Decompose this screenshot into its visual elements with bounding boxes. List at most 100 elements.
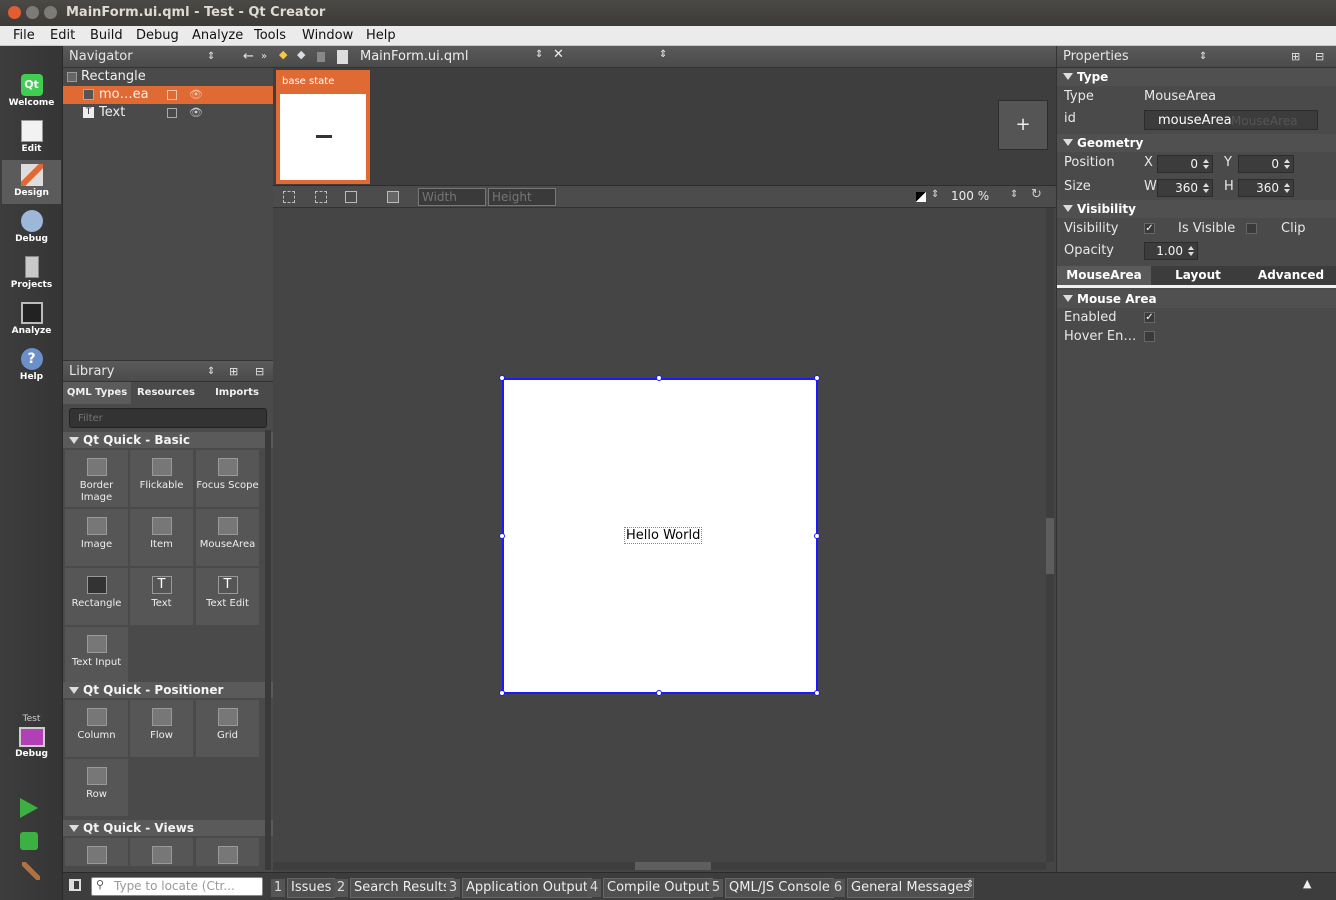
show-bounds-icon[interactable] <box>345 191 357 203</box>
tree-item-text[interactable]: T Text 👁 <box>63 104 273 122</box>
resize-handle-bottom[interactable] <box>656 690 662 696</box>
tab-qml-types[interactable]: QML Types <box>63 382 131 404</box>
library-item-mousearea[interactable]: MouseArea <box>196 509 259 566</box>
debug-run-button[interactable] <box>20 832 38 850</box>
library-item-rectangle[interactable]: Rectangle <box>65 568 128 625</box>
resize-handle-right[interactable] <box>814 533 820 539</box>
close-window-icon[interactable] <box>8 6 21 19</box>
menu-file[interactable]: File <box>13 28 35 43</box>
chevron-updown-icon[interactable]: ⇕ <box>966 879 974 890</box>
menu-window[interactable]: Window <box>302 28 353 43</box>
category-qt-quick-positioner[interactable]: Qt Quick - Positioner <box>63 682 273 698</box>
x-spinbox[interactable]: 0 <box>1157 155 1213 173</box>
add-state-button[interactable]: + <box>998 100 1048 150</box>
library-filter-input[interactable] <box>69 408 267 428</box>
close-document-icon[interactable]: ✕ <box>553 47 564 62</box>
open-file-name[interactable]: MainForm.ui.qml <box>360 49 468 64</box>
menu-build[interactable]: Build <box>90 28 123 43</box>
library-item-flow[interactable]: Flow <box>130 700 193 757</box>
resize-handle-bottom-left[interactable] <box>499 690 505 696</box>
output-tab-general-messages[interactable]: 6 General Messages <box>831 878 975 898</box>
chevron-updown-icon[interactable]: ⇕ <box>1199 46 1207 68</box>
menu-edit[interactable]: Edit <box>50 28 75 43</box>
enabled-checkbox[interactable]: ✓ <box>1144 312 1155 323</box>
menu-debug[interactable]: Debug <box>136 28 179 43</box>
menu-analyze[interactable]: Analyze <box>192 28 243 43</box>
split-icon[interactable]: ⊞ <box>1291 46 1300 68</box>
library-item-listview[interactable] <box>130 838 193 866</box>
chevron-updown-icon[interactable]: ⇕ <box>207 361 215 383</box>
locator-field[interactable]: ⚲ Type to locate (Ctr... <box>91 877 263 896</box>
tab-layout[interactable]: Layout <box>1151 266 1245 285</box>
chevron-updown-icon[interactable]: ⇕ <box>659 49 667 60</box>
output-tab-compile-output[interactable]: 4 Compile Output <box>587 878 714 898</box>
library-item-image[interactable]: Image <box>65 509 128 566</box>
root-rectangle[interactable]: Hello World <box>502 378 818 694</box>
visibility-eye-icon[interactable]: 👁 <box>189 86 203 104</box>
close-pane-icon[interactable]: ⊟ <box>255 361 264 383</box>
library-item-row[interactable]: Row <box>65 759 128 816</box>
output-tab-qml-js-console[interactable]: 5 QML/JS Console <box>709 878 834 898</box>
tab-mousearea[interactable]: MouseArea <box>1057 266 1151 285</box>
library-item-text[interactable]: T Text <box>130 568 193 625</box>
is-visible-checkbox[interactable]: ✓ <box>1144 223 1155 234</box>
mode-analyze[interactable]: Analyze <box>2 298 61 342</box>
resize-handle-top-left[interactable] <box>499 375 505 381</box>
library-item-border-image[interactable]: Border Image <box>65 450 128 507</box>
mode-projects[interactable]: Projects <box>2 252 61 296</box>
zoom-level[interactable]: 100 % <box>951 189 989 203</box>
scrollbar-thumb[interactable] <box>1046 518 1054 574</box>
state-base[interactable]: base state <box>276 70 370 184</box>
export-icon[interactable] <box>167 108 177 118</box>
chevron-updown-icon[interactable]: ⇕ <box>1010 189 1018 200</box>
opacity-spinbox[interactable]: 1.00 <box>1144 242 1198 260</box>
height-spinbox[interactable]: 360 <box>1238 179 1294 197</box>
design-canvas[interactable]: Hello World <box>273 208 1056 872</box>
chevron-updown-icon[interactable]: ⇕ <box>931 189 939 200</box>
section-geometry[interactable]: Geometry <box>1057 134 1336 152</box>
section-type[interactable]: Type <box>1057 68 1336 86</box>
mode-design[interactable]: Design <box>2 160 61 204</box>
menu-help[interactable]: Help <box>366 28 396 43</box>
horizontal-scrollbar[interactable] <box>273 862 1046 870</box>
width-spinbox[interactable]: 360 <box>1157 179 1213 197</box>
output-tab-search-results[interactable]: 2 Search Results <box>334 878 454 898</box>
kit-selector[interactable]: Test Debug <box>2 714 61 776</box>
resize-handle-left[interactable] <box>499 533 505 539</box>
resize-handle-top-right[interactable] <box>814 375 820 381</box>
library-item-text-edit[interactable]: T Text Edit <box>196 568 259 625</box>
minimize-window-icon[interactable] <box>26 6 39 19</box>
resize-handle-top[interactable] <box>656 375 662 381</box>
snap-guides-icon[interactable] <box>315 191 327 203</box>
mode-edit[interactable]: Edit <box>2 116 61 160</box>
library-item-item[interactable]: Item <box>130 509 193 566</box>
library-item-column[interactable]: Column <box>65 700 128 757</box>
export-icon[interactable] <box>167 90 177 100</box>
category-qt-quick-views[interactable]: Qt Quick - Views <box>63 820 273 836</box>
library-item-text-input[interactable]: Text Input <box>65 627 128 684</box>
clip-checkbox[interactable] <box>1246 223 1257 234</box>
tree-item-mousearea[interactable]: mo…ea 👁 <box>63 86 273 104</box>
vertical-scrollbar[interactable] <box>1046 208 1054 862</box>
toggle-sidebar-icon[interactable] <box>69 879 81 891</box>
arrow-left-icon[interactable]: ← <box>243 46 254 68</box>
section-mouse-area[interactable]: Mouse Area <box>1057 290 1336 308</box>
visibility-eye-icon[interactable]: 👁 <box>189 104 203 122</box>
scrollbar-thumb[interactable] <box>635 862 711 870</box>
width-field[interactable] <box>418 188 486 206</box>
reset-view-icon[interactable] <box>387 191 399 203</box>
reset-icon[interactable]: ↻ <box>1031 187 1042 202</box>
maximize-output-icon[interactable]: ▲ <box>1303 877 1311 890</box>
nav-back-icon[interactable]: ◆ <box>279 48 287 61</box>
library-item-flickable[interactable]: Flickable <box>130 450 193 507</box>
mode-welcome[interactable]: Qt Welcome <box>2 70 61 114</box>
hello-world-text[interactable]: Hello World <box>624 527 703 544</box>
tab-resources[interactable]: Resources <box>131 382 201 404</box>
library-item-grid[interactable]: Grid <box>196 700 259 757</box>
close-pane-icon[interactable]: ⊟ <box>1315 46 1324 68</box>
build-hammer-icon[interactable] <box>22 862 40 880</box>
tree-item-rectangle[interactable]: Rectangle <box>63 68 273 86</box>
y-spinbox[interactable]: 0 <box>1238 155 1294 173</box>
mode-debug[interactable]: Debug <box>2 206 61 250</box>
resize-handle-bottom-right[interactable] <box>814 690 820 696</box>
